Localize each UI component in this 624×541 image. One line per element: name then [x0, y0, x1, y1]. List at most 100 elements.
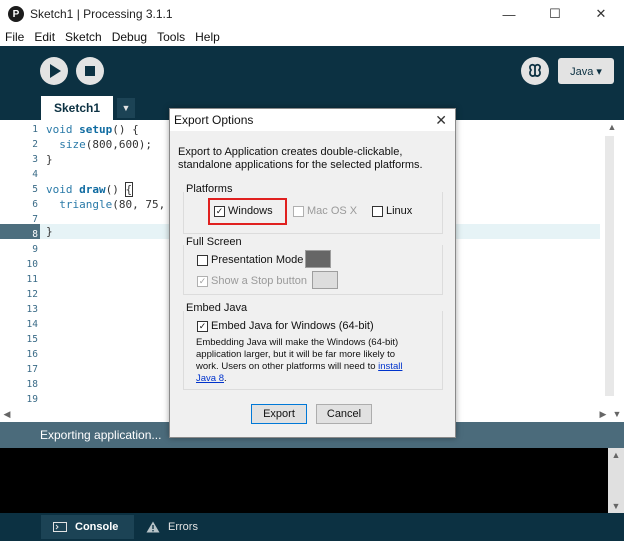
line-number: 14	[26, 319, 38, 330]
code-line-6: triangle(80, 75,	[46, 198, 165, 211]
maximize-button[interactable]: ☐	[532, 0, 578, 28]
code-text: ()	[105, 183, 126, 196]
line-number: 9	[32, 244, 38, 255]
scroll-up-arrow-icon[interactable]: ▲	[605, 122, 619, 132]
line-number: 10	[26, 259, 38, 270]
presentation-mode-checkbox[interactable]: Presentation Mode	[197, 254, 303, 266]
window-controls: — ☐ ✕	[486, 0, 624, 28]
checkbox-checked-icon: ✓	[197, 320, 208, 332]
console-output[interactable]: ▲ ▼	[0, 448, 624, 513]
embed-java-label: Embed Java	[186, 302, 248, 314]
export-button[interactable]: Export	[251, 404, 307, 424]
platforms-label: Platforms	[186, 183, 233, 195]
line-number: 2	[32, 139, 38, 150]
line-number: 15	[26, 334, 38, 345]
macosx-checkbox: Mac OS X	[293, 205, 357, 217]
code-line-8: }	[46, 225, 53, 238]
console-tab-label: Console	[75, 521, 119, 533]
menu-tools[interactable]: Tools	[152, 30, 190, 44]
play-icon	[50, 64, 61, 78]
console-icon	[53, 522, 67, 532]
title-bar: P Sketch1 | Processing 3.1.1 — ☐ ✕	[0, 0, 624, 28]
menu-debug[interactable]: Debug	[107, 30, 152, 44]
scroll-left-arrow-icon[interactable]: ◀	[0, 409, 14, 420]
minimize-button[interactable]: —	[486, 0, 532, 28]
menu-file[interactable]: File	[0, 30, 29, 44]
matched-bracket: {	[124, 182, 134, 197]
menu-bar: File Edit Sketch Debug Tools Help	[0, 28, 624, 46]
menu-sketch[interactable]: Sketch	[60, 30, 107, 44]
line-number: 13	[26, 304, 38, 315]
checkbox-unchecked-icon	[372, 205, 383, 217]
code-text: (80, 75,	[112, 198, 166, 211]
tab-errors[interactable]: Errors	[146, 515, 226, 539]
mode-selector[interactable]: Java ▾	[558, 58, 614, 84]
code-keyword: void	[46, 123, 73, 136]
stop-button-label: Show a Stop button	[211, 275, 308, 287]
butterfly-icon	[529, 63, 541, 77]
editor-vertical-scrollbar[interactable]: ▲	[600, 120, 624, 406]
macosx-label: Mac OS X	[307, 205, 358, 217]
embed-java-note: Embedding Java will make the Windows (64…	[196, 337, 411, 385]
scroll-right-arrow-icon[interactable]: ▶	[596, 409, 610, 420]
code-text: (800,600);	[85, 138, 152, 151]
line-number: 19	[26, 394, 38, 405]
toolbar: Java ▾	[0, 46, 624, 96]
dialog-description: Export to Application creates double-cli…	[178, 146, 423, 171]
embed-java-checkbox-label: Embed Java for Windows (64-bit)	[211, 320, 374, 332]
debugger-button[interactable]	[521, 57, 549, 85]
cancel-button[interactable]: Cancel	[316, 404, 372, 424]
code-text: () {	[112, 123, 139, 136]
checkbox-checked-disabled-icon: ✓	[197, 275, 208, 287]
line-number: 3	[32, 154, 38, 165]
code-function: draw	[79, 183, 106, 196]
stop-icon	[85, 66, 95, 76]
scrollbar-thumb[interactable]	[605, 136, 614, 396]
tab-sketch1[interactable]: Sketch1	[41, 96, 113, 120]
line-number: 4	[32, 169, 38, 180]
menu-edit[interactable]: Edit	[29, 30, 60, 44]
code-keyword: void	[46, 183, 73, 196]
linux-label: Linux	[386, 205, 413, 217]
window-title: Sketch1 | Processing 3.1.1	[30, 7, 173, 21]
code-line-3: }	[46, 153, 53, 166]
warning-icon	[146, 521, 160, 533]
fullscreen-label: Full Screen	[186, 236, 242, 248]
code-line-2: size(800,600);	[46, 138, 152, 151]
line-number: 7	[32, 214, 38, 225]
tab-console[interactable]: Console	[41, 515, 134, 539]
line-number: 16	[26, 349, 38, 360]
menu-help[interactable]: Help	[190, 30, 225, 44]
code-line-1: void setup() {	[46, 123, 139, 136]
line-number: 1	[32, 124, 38, 135]
console-scroll-down-icon[interactable]: ▼	[609, 501, 623, 511]
bottom-tab-bar: Console Errors	[0, 513, 624, 541]
close-button[interactable]: ✕	[578, 0, 624, 28]
dialog-title: Export Options	[174, 113, 254, 127]
line-number: 11	[26, 274, 38, 285]
status-message: Exporting application...	[40, 428, 162, 442]
stop-button[interactable]	[76, 57, 104, 85]
embed-java-note-end: .	[224, 373, 227, 384]
presentation-color-swatch[interactable]	[305, 250, 331, 268]
windows-highlight-annotation	[208, 198, 287, 225]
processing-logo-icon: P	[8, 6, 24, 22]
tab-menu-button[interactable]: ▼	[117, 98, 135, 118]
run-button[interactable]	[40, 57, 68, 85]
errors-tab-label: Errors	[168, 521, 198, 533]
line-gutter: 1 2 3 4 5 6 7 8 9 10 11 12 13 14 15 16 1…	[0, 120, 40, 406]
console-scrollbar[interactable]: ▲ ▼	[608, 448, 624, 513]
presentation-mode-label: Presentation Mode	[211, 254, 304, 266]
line-number: 8	[32, 229, 38, 240]
code-line-5: void draw() {	[46, 182, 134, 197]
scroll-down-arrow-icon[interactable]: ▼	[610, 409, 624, 419]
line-number: 17	[26, 364, 38, 375]
embed-java-checkbox[interactable]: ✓ Embed Java for Windows (64-bit)	[197, 320, 374, 332]
linux-checkbox[interactable]: Linux	[372, 205, 412, 217]
console-scroll-up-icon[interactable]: ▲	[609, 450, 623, 460]
code-function: size	[59, 138, 86, 151]
dialog-close-button[interactable]: ✕	[435, 112, 447, 129]
dialog-title-bar: Export Options ✕	[170, 109, 455, 131]
embed-java-note-text: Embedding Java will make the Windows (64…	[196, 337, 399, 372]
stop-button-checkbox: ✓ Show a Stop button	[197, 275, 307, 287]
